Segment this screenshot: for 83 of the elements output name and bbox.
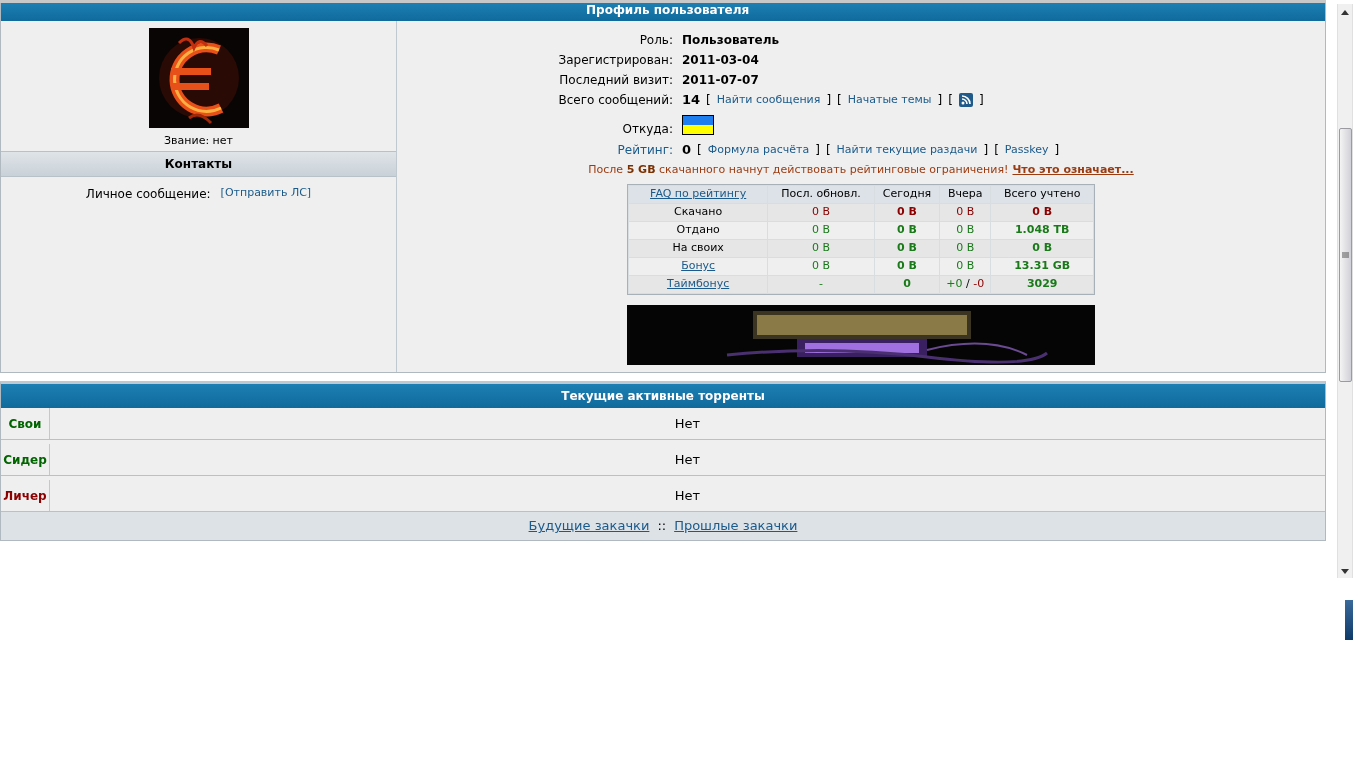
contacts-title: Контакты: [164, 156, 233, 173]
table-cell: 3029: [991, 276, 1093, 293]
scrollbar-thumb[interactable]: [1339, 128, 1352, 382]
field-label: Всего сообщений:: [557, 92, 673, 109]
column-header: Вчера: [940, 186, 991, 203]
table-cell: 0 B: [874, 258, 940, 275]
bracket: ]: [983, 142, 989, 159]
field-value: 2011-07-07: [682, 72, 759, 89]
rss-icon[interactable]: [958, 93, 973, 107]
table-cell: 0 B: [940, 204, 991, 221]
bracket: [: [837, 92, 842, 109]
column-header: Всего учтено: [991, 186, 1093, 203]
row-label: Сидер: [3, 451, 47, 469]
link[interactable]: Найти сообщения: [716, 91, 821, 109]
scrollbar[interactable]: [1337, 4, 1353, 578]
link[interactable]: Будущие закачки: [528, 516, 650, 536]
table-cell: 1.048 TB: [991, 222, 1093, 239]
table-cell: Отдано: [629, 222, 768, 239]
column-header: Посл. обновл.: [768, 186, 874, 203]
field-value: 2011-03-04: [682, 52, 759, 69]
table-cell: 0 B: [991, 240, 1093, 257]
link[interactable]: Найти текущие раздачи: [836, 141, 978, 159]
bracket: [: [994, 142, 999, 159]
table-cell: 13.31 GB: [991, 258, 1093, 275]
bracket: ]: [978, 92, 984, 109]
table-cell: 0 B: [991, 204, 1093, 221]
table-cell: Скачано: [629, 204, 768, 221]
link[interactable]: [Отправить ЛС]: [220, 185, 312, 203]
table-cell-text: Нет: [674, 414, 701, 433]
section-title: Текущие активные торренты: [561, 388, 765, 405]
table-cell: 0 B: [940, 222, 991, 239]
field-label: Личное сообщение:: [85, 186, 211, 203]
field-label: Зарегистрирован:: [557, 52, 673, 69]
bracket: [: [825, 142, 831, 159]
table-cell: 0 B: [768, 204, 874, 221]
bracket: ]: [815, 142, 820, 159]
field-value: 0: [682, 141, 692, 160]
link[interactable]: Passkey: [1004, 141, 1049, 159]
separator: ::: [657, 517, 667, 536]
table-cell: 0 B: [874, 240, 940, 257]
link[interactable]: Таймбонус: [667, 277, 730, 291]
link[interactable]: Прошлые закачки: [674, 516, 798, 536]
table-cell-text: Нет: [674, 486, 701, 505]
field-label: Откуда:: [621, 121, 673, 138]
bracket: [: [706, 92, 711, 109]
table-cell: 0 B: [874, 222, 940, 239]
column-header: Сегодня: [874, 186, 940, 203]
scroll-down-icon[interactable]: [1341, 569, 1349, 574]
table-cell-text: Нет: [674, 450, 701, 469]
link[interactable]: Формула расчёта: [707, 141, 810, 159]
table-cell: -: [768, 276, 874, 293]
scroll-up-icon[interactable]: [1341, 10, 1349, 15]
rank-text: Звание: нет: [164, 133, 233, 149]
rating-notice: После 5 GB скачанного начнут действовать рейтинговые ограничения!: [588, 161, 1009, 178]
table-cell: 0: [874, 276, 940, 293]
field-label: Роль:: [638, 32, 673, 49]
section-title: Профиль пользователя: [586, 3, 750, 17]
field-value: Пользователь: [682, 32, 780, 49]
table-cell: 0 B: [768, 258, 874, 275]
table-cell: 0 B: [768, 240, 874, 257]
tab-strip: [1345, 600, 1353, 640]
table-cell: 0 B: [940, 240, 991, 257]
bracket: ]: [1054, 142, 1060, 159]
table-cell: На своих: [629, 240, 768, 257]
flag-icon: [682, 115, 714, 135]
link[interactable]: Что это означает...: [1012, 161, 1134, 179]
row-label: Личер: [3, 487, 47, 505]
table-cell: 0 B: [940, 258, 991, 275]
bracket: [: [948, 92, 953, 109]
field-value: 14: [682, 91, 701, 110]
grip-icon: [1342, 252, 1349, 258]
bracket: [: [697, 142, 702, 159]
field-label: Рейтинг:: [616, 142, 673, 159]
link[interactable]: FAQ по рейтингу: [650, 187, 747, 201]
table-cell: 0 B: [874, 204, 940, 221]
row-label: Свои: [8, 415, 42, 433]
link[interactable]: Начатые темы: [847, 91, 932, 109]
link[interactable]: Бонус: [681, 259, 716, 273]
field-label: Последний визит:: [558, 72, 673, 89]
table-cell: +0 / -0: [940, 276, 991, 293]
table-cell: 0 B: [768, 222, 874, 239]
bracket: ]: [937, 92, 943, 109]
bracket: ]: [826, 92, 832, 109]
